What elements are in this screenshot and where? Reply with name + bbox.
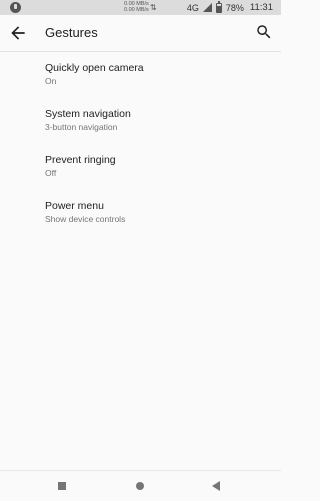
item-title: Prevent ringing	[45, 154, 116, 166]
net-down-speed: 0.00 MB/s	[124, 7, 149, 13]
list-item-quickly-open-camera[interactable]: Quickly open camera On	[0, 52, 281, 98]
back-arrow-icon[interactable]	[8, 23, 28, 43]
settings-list: Quickly open camera On System navigation…	[0, 52, 281, 236]
battery-icon	[215, 0, 222, 13]
status-bar: 0.00 MB/s 0.00 MB/s ⇅ 4G 78% 11:31	[0, 0, 281, 15]
item-title: System navigation	[45, 108, 131, 120]
network-speed: 0.00 MB/s 0.00 MB/s	[124, 1, 149, 13]
network-type: 4G	[186, 2, 199, 13]
notification-icon	[10, 2, 21, 13]
item-subtitle: 3-button navigation	[45, 122, 118, 132]
item-subtitle: Show device controls	[45, 214, 126, 224]
status-right: 4G 78% 11:31	[186, 0, 273, 14]
item-title: Quickly open camera	[45, 62, 144, 74]
item-subtitle: Off	[45, 168, 57, 178]
recents-icon[interactable]	[58, 482, 66, 490]
list-item-prevent-ringing[interactable]: Prevent ringing Off	[0, 144, 281, 190]
search-icon[interactable]	[255, 23, 273, 41]
nav-back-icon[interactable]	[212, 481, 220, 491]
app-bar: Gestures	[0, 15, 281, 52]
list-item-system-navigation[interactable]: System navigation 3-button navigation	[0, 98, 281, 144]
data-transfer-icon: ⇅	[150, 3, 157, 12]
clock: 11:31	[249, 2, 273, 13]
signal-icon	[202, 3, 212, 12]
list-item-power-menu[interactable]: Power menu Show device controls	[0, 190, 281, 236]
page-title: Gestures	[45, 25, 98, 40]
item-subtitle: On	[45, 76, 57, 86]
item-title: Power menu	[45, 200, 104, 212]
navigation-bar	[0, 470, 281, 501]
home-icon[interactable]	[136, 482, 144, 490]
battery-level: 78%	[225, 2, 244, 13]
